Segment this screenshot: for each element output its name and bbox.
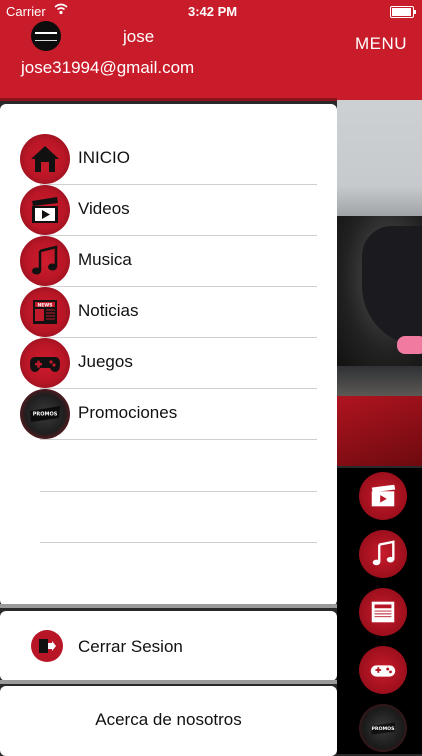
carrier-label: Carrier (6, 4, 46, 19)
status-bar: Carrier 3:42 PM (0, 0, 422, 22)
divider (40, 491, 317, 492)
menu-item-label: Musica (78, 250, 132, 269)
promos-icon: PROMOS (359, 704, 407, 752)
menu-item-videos[interactable]: Videos (20, 185, 317, 236)
wifi-icon (54, 3, 68, 15)
drawer-menu: INICIO Videos Musica NEWS Noticias Juego… (0, 104, 337, 606)
svg-text:PROMOS: PROMOS (372, 726, 396, 732)
gamepad-icon (359, 646, 407, 694)
menu-item-label: INICIO (78, 148, 130, 167)
clapperboard-icon (359, 472, 407, 520)
music-note-icon (359, 530, 407, 578)
background-tiles: PROMOS (337, 468, 422, 754)
promos-icon: PROMOS (20, 389, 70, 439)
divider (40, 542, 317, 543)
logout-button[interactable]: Cerrar Sesion (0, 611, 337, 681)
newspaper-icon: NEWS (20, 287, 70, 337)
menu-item-label: Juegos (78, 352, 133, 371)
tile-videos[interactable] (337, 470, 422, 522)
svg-text:NEWS: NEWS (37, 303, 52, 309)
panel-separator (0, 604, 337, 608)
menu-item-musica[interactable]: Musica (20, 236, 317, 287)
menu-item-label: Promociones (78, 403, 178, 422)
menu-item-label: Noticias (78, 301, 139, 320)
tile-music[interactable] (337, 528, 422, 580)
brand-logo (31, 21, 61, 51)
menu-item-inicio[interactable]: INICIO (20, 134, 317, 185)
panel-separator (0, 680, 337, 684)
about-button[interactable]: Acerca de nosotros (0, 686, 337, 756)
clock: 3:42 PM (188, 4, 238, 19)
menu-button[interactable]: MENU (355, 34, 407, 54)
home-icon (20, 134, 70, 184)
background-photo (337, 66, 422, 466)
logout-icon (31, 630, 63, 662)
pink-shoe-image (397, 336, 422, 354)
music-note-icon (20, 236, 70, 286)
gamepad-icon (20, 338, 70, 388)
menu-item-juegos[interactable]: Juegos (20, 338, 317, 389)
username: jose (123, 27, 155, 46)
menu-item-label: Videos (78, 199, 130, 218)
svg-text:PROMOS: PROMOS (33, 412, 58, 418)
clapperboard-icon (20, 185, 70, 235)
tile-promos[interactable]: PROMOS (337, 702, 422, 754)
tile-news[interactable] (337, 586, 422, 638)
red-accent (337, 396, 422, 466)
newspaper-icon (359, 588, 407, 636)
battery-icon (390, 6, 416, 18)
menu-item-promociones[interactable]: PROMOS Promociones (20, 389, 317, 440)
about-label: Acerca de nosotros (95, 710, 242, 729)
menu-item-noticias[interactable]: NEWS Noticias (20, 287, 317, 338)
user-email: jose31994@gmail.com (21, 58, 195, 77)
logout-label: Cerrar Sesion (78, 637, 183, 656)
tile-games[interactable] (337, 644, 422, 696)
